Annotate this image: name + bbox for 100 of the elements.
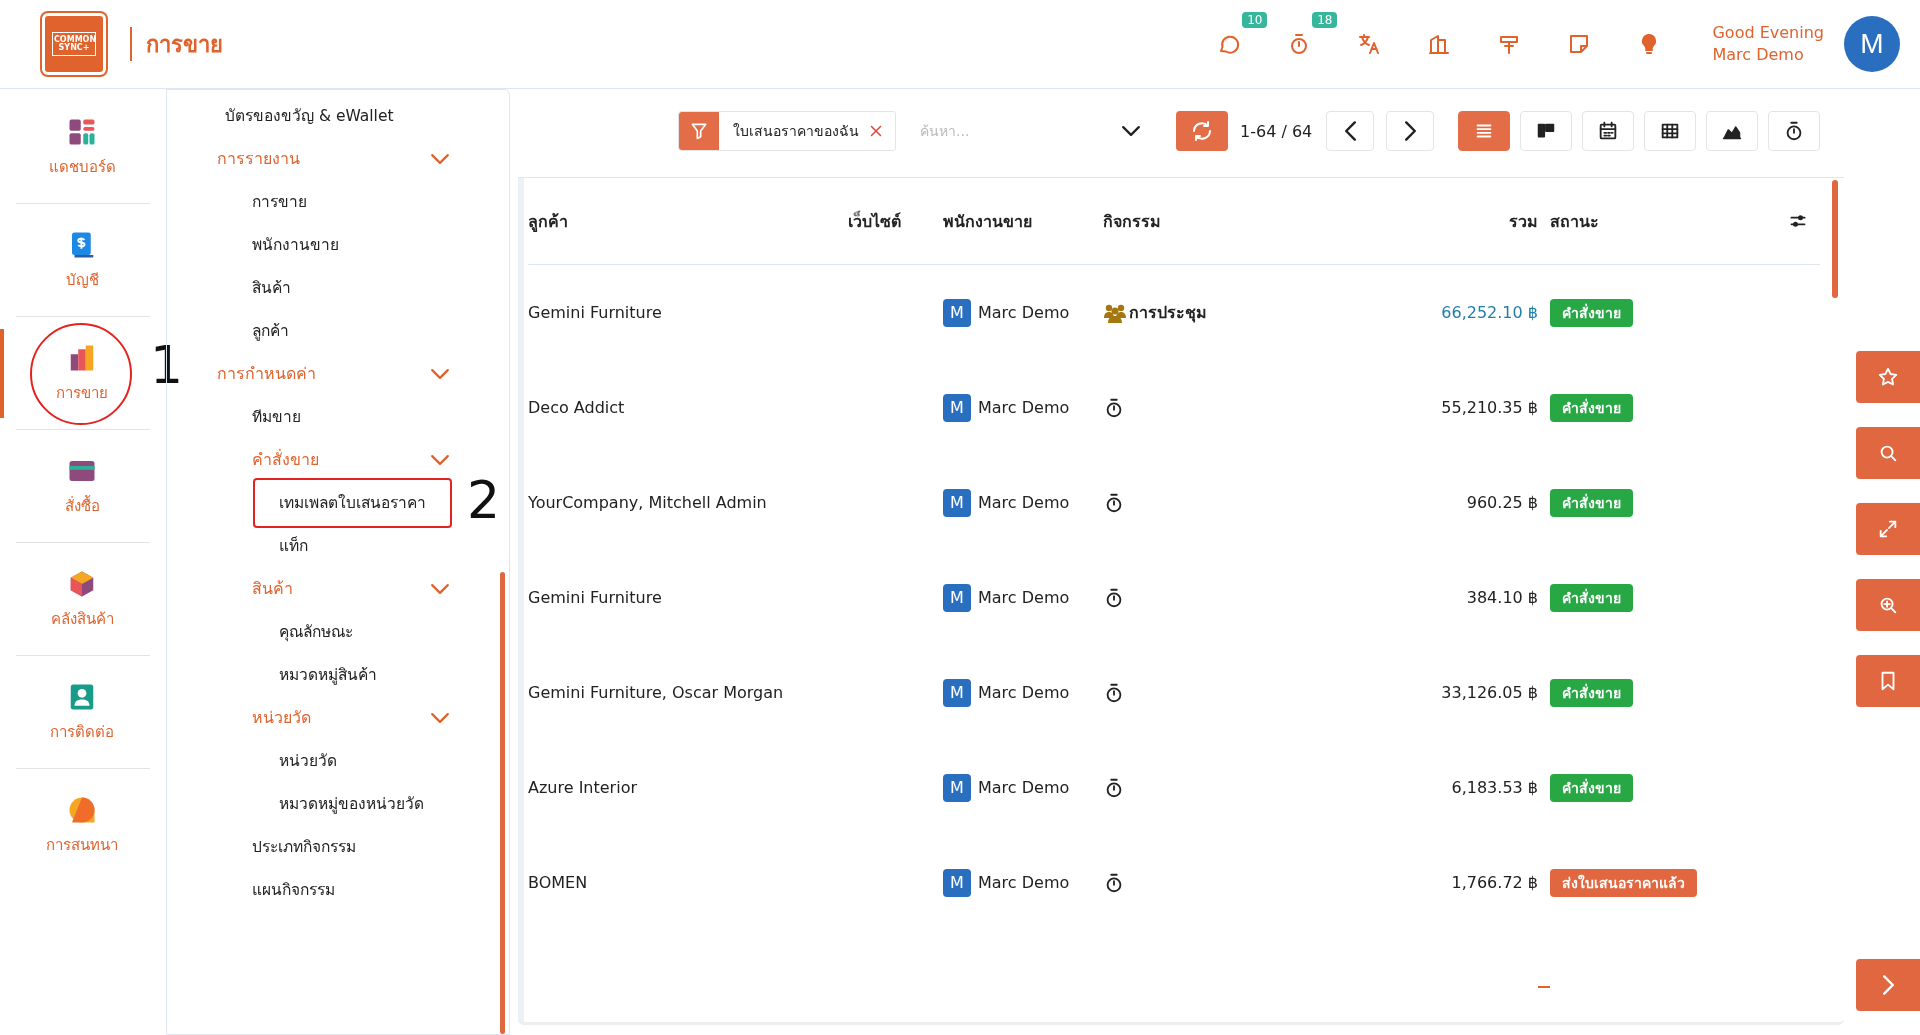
status-tag: คำสั่งขาย (1550, 583, 1633, 612)
table-cell: 33,126.05 ฿ (1441, 683, 1538, 702)
menu-item[interactable]: ลูกค้า (252, 318, 289, 343)
stopwatch-button[interactable] (1768, 111, 1821, 151)
table-cell: 66,252.10 ฿ (1441, 303, 1538, 322)
column-header[interactable]: กิจกรรม (1103, 208, 1161, 234)
menu-item[interactable]: เทมเพลตใบเสนอราคา (279, 490, 426, 515)
app-menu-item[interactable]: บัญชี (65, 267, 99, 292)
app-title: การขาย (146, 30, 223, 59)
menu-section-header[interactable]: การกำหนดค่า (217, 361, 316, 386)
chevron-left-icon (1344, 121, 1356, 141)
zoom-in-button[interactable] (1856, 579, 1920, 631)
menu-item[interactable]: หน่วยวัด (279, 748, 337, 773)
table-cell: Marc Demo (978, 778, 1070, 797)
table-cell: Gemini Furniture (528, 303, 662, 322)
kanban-button[interactable] (1520, 111, 1573, 151)
menu-item[interactable]: หมวดหมู่สินค้า (279, 662, 377, 687)
area-chart-button[interactable] (1706, 111, 1759, 151)
menu-item[interactable]: บัตรของขวัญ & eWallet (225, 103, 394, 128)
chevron-right-icon (1404, 121, 1416, 141)
menu-item[interactable]: สินค้า (252, 275, 291, 300)
table-cell: BOMEN (528, 873, 588, 892)
table-cell: 384.10 ฿ (1466, 588, 1538, 607)
star-icon (1877, 366, 1899, 388)
scrollbar[interactable] (1832, 180, 1838, 298)
bookmark-button[interactable] (1856, 655, 1920, 707)
table-cell: 55,210.35 ฿ (1441, 398, 1538, 417)
company-logo[interactable]: COMMON SYNC+ (42, 13, 106, 75)
user-avatar: M (943, 393, 971, 422)
refresh-icon (1190, 119, 1214, 143)
menu-item[interactable]: การขาย (252, 189, 307, 214)
favorite-button[interactable] (1856, 351, 1920, 403)
table-cell: Azure Interior (528, 778, 637, 797)
expand-button[interactable] (1856, 503, 1920, 555)
column-header[interactable]: พนักงานขาย (943, 208, 1032, 234)
user-avatar: M (943, 678, 971, 707)
menu-item[interactable]: ทีมขาย (252, 404, 301, 429)
table-cell: 6,183.53 ฿ (1451, 778, 1538, 797)
menu-section-header[interactable]: คำสั่งขาย (252, 447, 319, 472)
table-cell: Marc Demo (978, 588, 1070, 607)
menu-section-header[interactable]: หน่วยวัด (252, 705, 311, 730)
count-badge: 10 (1242, 12, 1268, 28)
menu-item[interactable]: หมวดหมู่ของหน่วยวัด (279, 791, 424, 816)
status-tag: ส่งใบเสนอราคาแล้ว (1550, 868, 1697, 897)
chevron-right-icon (1882, 975, 1894, 995)
app-menu-item[interactable]: คลังสินค้า (50, 606, 114, 631)
expand-icon (1877, 518, 1899, 540)
table-grid-button[interactable] (1644, 111, 1697, 151)
menu-item[interactable]: แท็ก (279, 533, 308, 558)
menu-item[interactable]: ประเภทกิจกรรม (252, 834, 356, 859)
app-menu-item[interactable]: สั่งซื้อ (64, 493, 100, 518)
table-cell: 960.25 ฿ (1466, 493, 1538, 512)
table-cell: Marc Demo (978, 398, 1070, 417)
column-header[interactable]: สถานะ (1550, 208, 1599, 234)
table-cell: Gemini Furniture, Oscar Morgan (528, 683, 784, 702)
app-menu-item[interactable]: แดชบอร์ด (48, 154, 116, 179)
table-cell: Deco Addict (528, 398, 625, 417)
table-cell: 1,766.72 ฿ (1451, 873, 1538, 892)
dash-mark (1538, 986, 1550, 988)
pager-text: 1-64 / 64 (1240, 121, 1313, 141)
status-tag: คำสั่งขาย (1550, 298, 1633, 327)
status-tag: คำสั่งขาย (1550, 488, 1633, 517)
menu-section-header[interactable]: สินค้า (252, 576, 293, 601)
menu-item[interactable]: พนักงานขาย (252, 232, 339, 257)
user-avatar[interactable]: M (1844, 16, 1900, 72)
menu-item[interactable]: คุณลักษณะ (279, 619, 353, 644)
user-avatar: M (943, 583, 971, 612)
building-icon (1427, 32, 1452, 56)
menu-section-header[interactable]: การรายงาน (217, 146, 300, 171)
search-button[interactable] (1856, 427, 1920, 479)
refresh-button[interactable] (1176, 111, 1228, 151)
app-menu-item[interactable]: การขาย (56, 380, 108, 405)
table-cell: Marc Demo (978, 493, 1070, 512)
greeting-text: Good Evening (1712, 22, 1824, 44)
status-tag: คำสั่งขาย (1550, 678, 1633, 707)
table-cell: Gemini Furniture (528, 588, 662, 607)
status-tag: คำสั่งขาย (1550, 393, 1633, 422)
filter-chip[interactable]: ใบเสนอราคาของฉัน (678, 111, 896, 151)
status-tag: คำสั่งขาย (1550, 773, 1633, 802)
translate-icon (1357, 32, 1382, 56)
table-cell: Marc Demo (978, 683, 1070, 702)
menu-item[interactable]: แผนกิจกรรม (252, 877, 335, 902)
filter-icon (689, 121, 709, 141)
user-avatar: M (943, 773, 971, 802)
previous-button[interactable] (1326, 111, 1375, 151)
app-menu-item[interactable]: การสนทนา (46, 832, 118, 857)
column-header[interactable]: เว็บไซต์ (848, 208, 901, 234)
user-avatar: M (943, 488, 971, 517)
list-view-button[interactable] (1458, 111, 1511, 151)
activity-link[interactable]: การประชุม (1103, 300, 1207, 325)
count-badge: 18 (1312, 12, 1338, 28)
column-header[interactable]: ลูกค้า (528, 208, 568, 234)
user-name: Marc Demo (1712, 44, 1805, 66)
next-button[interactable] (1386, 111, 1435, 151)
calendar-button[interactable] (1582, 111, 1635, 151)
user-avatar: M (943, 298, 971, 327)
app-menu-item[interactable]: การติดต่อ (50, 719, 114, 744)
scrollbar[interactable] (500, 572, 505, 1034)
column-header[interactable]: รวม (1509, 208, 1538, 234)
chevron-down-icon (1122, 126, 1140, 136)
